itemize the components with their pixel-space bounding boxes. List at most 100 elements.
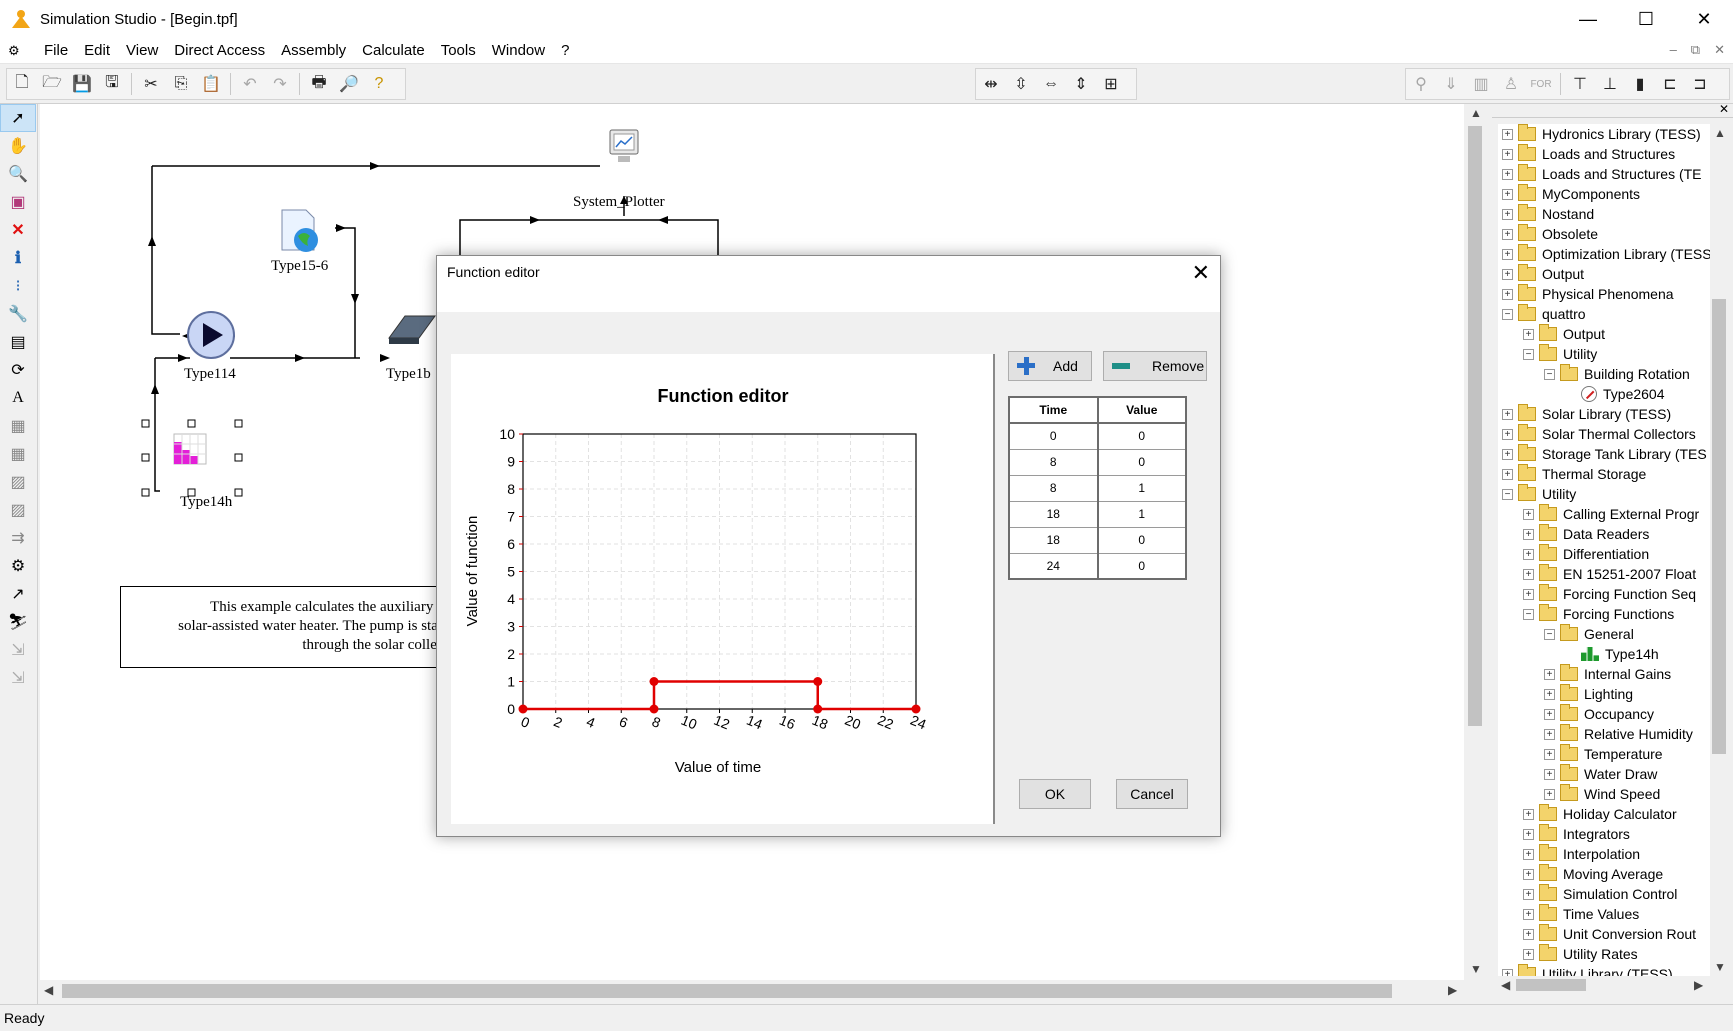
tree-item[interactable]: + Water Draw	[1498, 764, 1710, 784]
tree-item[interactable]: + Calling External Progr	[1498, 504, 1710, 524]
tree-item[interactable]: + Wind Speed	[1498, 784, 1710, 804]
tree-item[interactable]: + Data Readers	[1498, 524, 1710, 544]
function-points-table[interactable]: Time Value 0 0 8 0 8 1 18 1 18 0 24 0	[1008, 396, 1187, 580]
menu-view[interactable]: View	[118, 42, 166, 59]
fortran-icon[interactable]: FOR	[1526, 70, 1556, 98]
expand-icon[interactable]: +	[1523, 328, 1534, 340]
tree-item[interactable]: + Integrators	[1498, 824, 1710, 844]
tree-item[interactable]: − Utility	[1498, 344, 1710, 364]
tree-item[interactable]: + MyComponents	[1498, 184, 1710, 204]
solar-collector-icon[interactable]	[385, 312, 437, 352]
select-tool-icon[interactable]: ➚	[0, 104, 36, 132]
collapse-icon[interactable]: −	[1523, 608, 1534, 620]
pen-tool-icon[interactable]: ↗	[0, 580, 36, 608]
expand-icon[interactable]: +	[1544, 768, 1555, 780]
same-size-icon[interactable]: ⊞	[1096, 70, 1126, 98]
tree-item[interactable]: + Interpolation	[1498, 844, 1710, 864]
redo-icon[interactable]: ↷	[265, 70, 295, 98]
scroll-thumb[interactable]	[62, 984, 1392, 998]
undo-icon[interactable]: ↶	[235, 70, 265, 98]
tree-item[interactable]: + Solar Library (TESS)	[1498, 404, 1710, 424]
tree-item[interactable]: + Loads and Structures (TE	[1498, 164, 1710, 184]
pan-tool-icon[interactable]: ✋	[0, 132, 36, 160]
scroll-thumb[interactable]	[1516, 979, 1586, 991]
expand-icon[interactable]: +	[1502, 148, 1513, 160]
tree-item[interactable]: + Unit Conversion Rout	[1498, 924, 1710, 944]
move-down-icon[interactable]: ⇓	[1436, 70, 1466, 98]
time-cell[interactable]: 8	[1008, 448, 1099, 476]
expand-icon[interactable]: +	[1523, 948, 1534, 960]
wrench-tool-icon[interactable]: 🔧	[0, 300, 36, 328]
forcing-function-icon[interactable]	[136, 414, 248, 500]
table-row[interactable]: 81	[1008, 474, 1187, 502]
dialog-close-icon[interactable]: ✕	[1192, 260, 1210, 286]
expand-icon[interactable]: +	[1544, 748, 1555, 760]
tree-item[interactable]: − Utility	[1498, 484, 1710, 504]
expand-icon[interactable]: +	[1523, 588, 1534, 600]
scroll-right-icon[interactable]: ▶	[1448, 983, 1457, 997]
tree-item[interactable]: − Building Rotation	[1498, 364, 1710, 384]
collapse-icon[interactable]: −	[1544, 368, 1555, 380]
run-tool-icon[interactable]: ⛷	[0, 608, 36, 636]
menu-calculate[interactable]: Calculate	[354, 42, 433, 59]
align-vertical-icon[interactable]: ⇳	[1006, 70, 1036, 98]
tree-item[interactable]: + Moving Average	[1498, 864, 1710, 884]
mdi-restore-button[interactable]: ⧉	[1691, 42, 1700, 58]
table-row[interactable]: 24 0	[1008, 552, 1187, 580]
tree-item[interactable]: + Differentiation	[1498, 544, 1710, 564]
expand-icon[interactable]: +	[1502, 268, 1513, 280]
tree-item[interactable]: + Utility Rates	[1498, 944, 1710, 964]
menu-file[interactable]: File	[36, 42, 76, 59]
menu-window[interactable]: Window	[484, 42, 553, 59]
tree-item[interactable]: Type14h	[1498, 644, 1710, 664]
save-icon[interactable]: 💾	[67, 70, 97, 98]
scroll-thumb[interactable]	[1712, 299, 1726, 754]
macro-tool-icon[interactable]: ⇉	[0, 524, 36, 552]
print-icon[interactable]: 🖶	[304, 70, 334, 98]
expand-icon[interactable]: +	[1502, 208, 1513, 220]
expand-icon[interactable]: +	[1523, 888, 1534, 900]
tree-horizontal-scrollbar[interactable]: ◀ ▶	[1498, 976, 1710, 994]
expand-icon[interactable]: +	[1523, 548, 1534, 560]
tree-item[interactable]: + Simulation Control	[1498, 884, 1710, 904]
tree-item[interactable]: + Time Values	[1498, 904, 1710, 924]
tree-item[interactable]: + EN 15251-2007 Float	[1498, 564, 1710, 584]
expand-icon[interactable]: +	[1523, 508, 1534, 520]
link-tool-icon[interactable]: ⁝	[0, 272, 36, 300]
settings-tool-icon[interactable]: ⚙	[0, 552, 36, 580]
value-cell[interactable]: 1	[1097, 500, 1187, 528]
tree-item[interactable]: + Output	[1498, 324, 1710, 344]
time-cell[interactable]: 18	[1008, 526, 1099, 554]
zoom-tool-icon[interactable]: 🔍	[0, 160, 36, 188]
text-tool-icon[interactable]: A	[0, 384, 36, 412]
expand-icon[interactable]: +	[1523, 568, 1534, 580]
table-row[interactable]: 18 1	[1008, 500, 1187, 528]
value-cell[interactable]: 1	[1097, 474, 1187, 502]
tree-item[interactable]: + Occupancy	[1498, 704, 1710, 724]
export-tool-icon[interactable]: ⇲	[0, 636, 36, 664]
value-cell[interactable]: 0	[1097, 526, 1187, 554]
expand-icon[interactable]: +	[1502, 448, 1513, 460]
table-row[interactable]: 80	[1008, 448, 1187, 476]
expand-icon[interactable]: +	[1502, 408, 1513, 420]
expand-icon[interactable]: +	[1523, 928, 1534, 940]
table-row[interactable]: 18 0	[1008, 526, 1187, 554]
canvas-horizontal-scrollbar[interactable]: ◀ ▶	[40, 980, 1486, 1002]
expand-icon[interactable]: +	[1502, 248, 1513, 260]
tree-item[interactable]: + Output	[1498, 264, 1710, 284]
reroute-tool-icon[interactable]: ⟳	[0, 356, 36, 384]
time-cell[interactable]: 0	[1008, 422, 1099, 450]
expand-icon[interactable]: +	[1544, 668, 1555, 680]
align-middle-icon[interactable]: ⊥	[1595, 70, 1625, 98]
align-bottom-icon[interactable]: ▮	[1625, 70, 1655, 98]
save-all-icon[interactable]: 🖫	[97, 70, 127, 98]
tree-item[interactable]: + Utility Library (TESS)	[1498, 964, 1710, 976]
tree-item[interactable]: + Temperature	[1498, 744, 1710, 764]
new-file-icon[interactable]: 🗋	[7, 70, 37, 98]
expand-icon[interactable]: +	[1544, 688, 1555, 700]
list-tool-icon[interactable]: ▤	[0, 328, 36, 356]
menu-edit[interactable]: Edit	[76, 42, 118, 59]
align-left-icon[interactable]: ⊏	[1655, 70, 1685, 98]
value-cell[interactable]: 0	[1097, 422, 1187, 450]
close-button[interactable]: ✕	[1675, 0, 1733, 38]
